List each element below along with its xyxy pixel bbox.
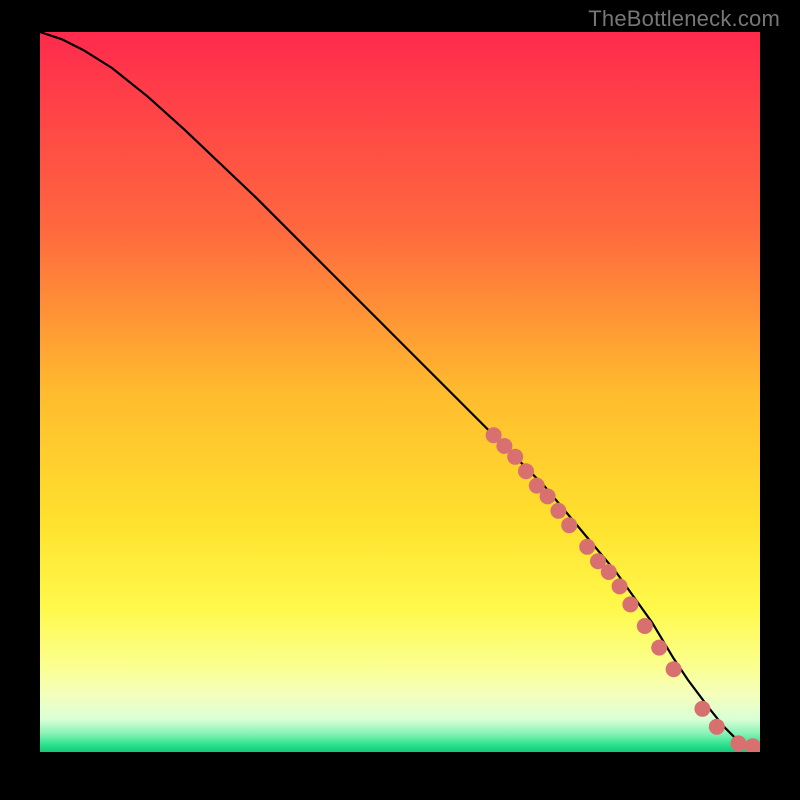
data-marker xyxy=(612,578,628,594)
data-marker xyxy=(709,719,725,735)
data-marker xyxy=(730,735,746,751)
bottleneck-curve xyxy=(40,32,760,748)
data-marker xyxy=(561,517,577,533)
data-marker xyxy=(622,596,638,612)
data-marker xyxy=(694,701,710,717)
data-marker xyxy=(550,503,566,519)
data-marker xyxy=(601,564,617,580)
data-marker xyxy=(507,449,523,465)
data-marker xyxy=(540,488,556,504)
data-marker xyxy=(579,539,595,555)
highlighted-markers xyxy=(486,427,760,752)
data-marker xyxy=(745,738,760,752)
data-marker xyxy=(637,618,653,634)
watermark-label: TheBottleneck.com xyxy=(588,6,780,32)
chart-frame: TheBottleneck.com xyxy=(0,0,800,800)
data-marker xyxy=(518,463,534,479)
plot-area xyxy=(40,32,760,752)
data-marker xyxy=(666,661,682,677)
data-marker xyxy=(651,640,667,656)
chart-overlay xyxy=(40,32,760,752)
